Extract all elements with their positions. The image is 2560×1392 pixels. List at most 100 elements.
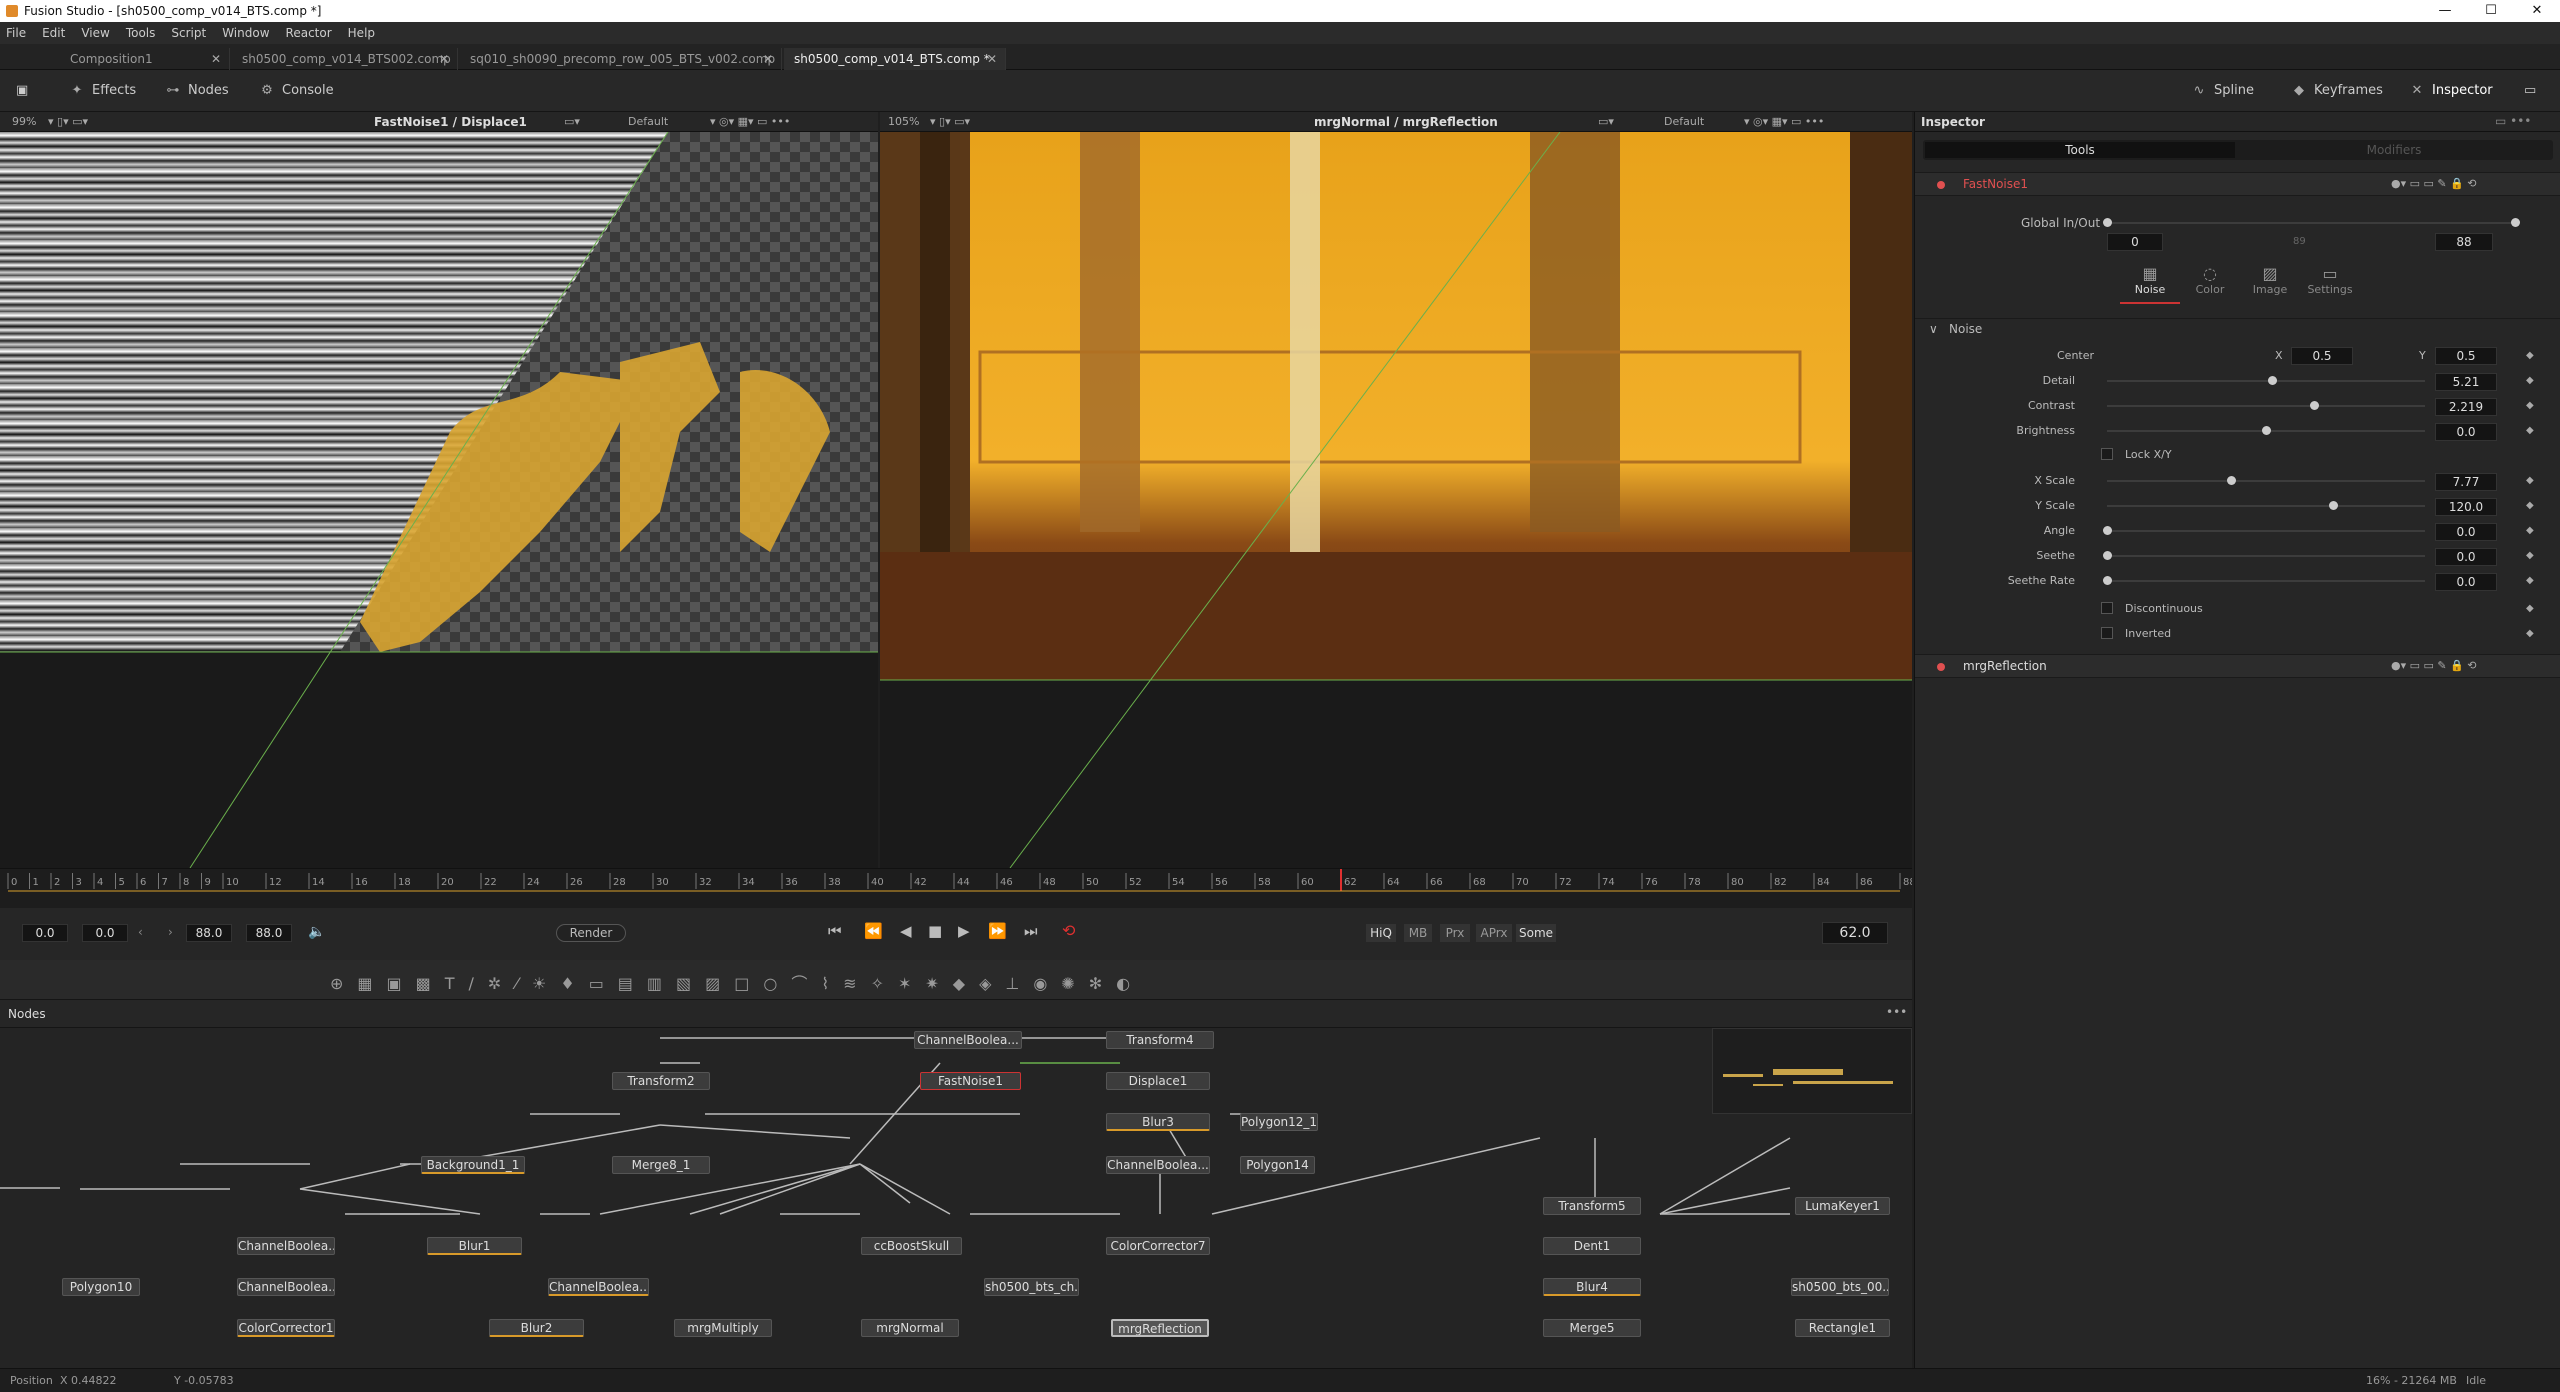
- keyframe-icon[interactable]: ◆: [2526, 425, 2534, 436]
- render-end-field[interactable]: 88.0: [186, 924, 232, 942]
- view-options-icon[interactable]: ▾ ▯▾ ▭▾: [930, 112, 970, 132]
- go-end-icon[interactable]: ⏭: [1024, 922, 1038, 940]
- doc-tab[interactable]: Composition1 ✕: [60, 48, 230, 70]
- node[interactable]: Merge5: [1543, 1319, 1641, 1337]
- tool-header-fastnoise[interactable]: FastNoise1 ●▾ ▭ ▭ ✎ 🔒 ⟲: [1915, 172, 2560, 196]
- menu-edit[interactable]: Edit: [42, 26, 65, 40]
- slider-knob-out[interactable]: [2511, 218, 2520, 227]
- node[interactable]: ColorCorrector1: [237, 1319, 335, 1337]
- node[interactable]: FastNoise1: [920, 1072, 1021, 1090]
- slider-knob[interactable]: [2103, 576, 2112, 585]
- zoom-dropdown[interactable]: 105%: [888, 112, 919, 132]
- node[interactable]: Transform5: [1543, 1197, 1641, 1215]
- keyframe-icon[interactable]: ◆: [2526, 400, 2534, 411]
- param-slider[interactable]: [2107, 501, 2425, 510]
- console-button[interactable]: ⚙ Console: [258, 80, 333, 102]
- node[interactable]: sh0500_bts_00...: [1791, 1278, 1889, 1296]
- slider-knob[interactable]: [2227, 476, 2237, 485]
- node[interactable]: Background1_1: [421, 1156, 525, 1174]
- close-button[interactable]: ✕: [2514, 0, 2560, 22]
- tool-enable-icon[interactable]: [1937, 663, 1945, 671]
- global-in-field[interactable]: 0: [2107, 233, 2163, 251]
- keyframe-icon[interactable]: ◆: [2526, 350, 2534, 361]
- menu-script[interactable]: Script: [171, 26, 206, 40]
- node[interactable]: Blur2: [489, 1319, 584, 1337]
- node[interactable]: ColorCorrector7: [1106, 1237, 1210, 1255]
- center-x-field[interactable]: 0.5: [2291, 347, 2353, 365]
- inspector-button[interactable]: ✕ Inspector: [2408, 80, 2493, 102]
- global-out-field[interactable]: 88: [2435, 233, 2493, 251]
- tool-header-mrgreflection[interactable]: mrgReflection ●▾ ▭ ▭ ✎ 🔒 ⟲: [1915, 654, 2560, 678]
- close-icon[interactable]: ✕: [763, 48, 773, 70]
- step-back-icon[interactable]: ‹: [138, 925, 143, 939]
- aprx-button[interactable]: APrx: [1476, 924, 1512, 942]
- current-frame-field[interactable]: 62.0: [1822, 922, 1888, 944]
- viewer-right[interactable]: [880, 131, 1912, 869]
- param-slider[interactable]: [2107, 476, 2425, 485]
- node[interactable]: Polygon10: [62, 1278, 140, 1296]
- menu-help[interactable]: Help: [348, 26, 375, 40]
- node[interactable]: mrgReflection: [1111, 1319, 1209, 1337]
- slider-knob[interactable]: [2103, 551, 2112, 560]
- node[interactable]: ChannelBoolea...: [237, 1237, 335, 1255]
- param-value-field[interactable]: 0.0: [2435, 423, 2497, 441]
- hiq-button[interactable]: HiQ: [1366, 924, 1396, 942]
- view-options-icon[interactable]: ▾ ▯▾ ▭▾: [48, 112, 88, 132]
- node[interactable]: mrgNormal: [861, 1319, 959, 1337]
- slider-knob[interactable]: [2328, 501, 2338, 510]
- minimize-button[interactable]: —: [2422, 0, 2468, 22]
- subtab-noise[interactable]: ▦ Noise: [2120, 264, 2180, 304]
- node[interactable]: Transform4: [1106, 1031, 1214, 1049]
- keyframes-button[interactable]: ◆ Keyframes: [2290, 80, 2383, 102]
- step-reverse-icon[interactable]: ◀: [900, 922, 912, 940]
- param-slider[interactable]: [2107, 401, 2425, 410]
- tab-modifiers[interactable]: Modifiers: [2239, 142, 2549, 158]
- tool-header-icons[interactable]: ●▾ ▭ ▭ ✎ 🔒 ⟲: [2391, 659, 2477, 672]
- some-button[interactable]: Some: [1516, 924, 1556, 942]
- play-reverse-icon[interactable]: ⏪: [864, 922, 883, 940]
- tool-enable-icon[interactable]: [1937, 181, 1945, 189]
- play-icon[interactable]: ▶: [958, 922, 970, 940]
- node[interactable]: Polygon12_1: [1240, 1113, 1318, 1131]
- display-icon[interactable]: ▭▾: [564, 112, 580, 132]
- render-button[interactable]: Render: [556, 924, 626, 942]
- inspector-options-icon[interactable]: ▭ •••: [2495, 114, 2531, 128]
- node[interactable]: Blur3: [1106, 1113, 1210, 1131]
- param-value-field[interactable]: 0.0: [2435, 523, 2497, 541]
- spline-button[interactable]: ∿ Spline: [2190, 80, 2254, 102]
- param-slider[interactable]: [2103, 526, 2425, 535]
- viewer-tools-icon[interactable]: ▾ ◎▾ ▦▾ ▭ •••: [710, 112, 790, 132]
- param-value-field[interactable]: 120.0: [2435, 498, 2497, 516]
- effects-button[interactable]: ✦ Effects: [68, 80, 137, 102]
- keyframe-icon[interactable]: ◆: [2526, 628, 2534, 639]
- node[interactable]: ChannelBoolea...: [548, 1278, 649, 1296]
- subtab-image[interactable]: ▨ Image: [2240, 264, 2300, 304]
- node[interactable]: Merge8_1: [612, 1156, 710, 1174]
- node[interactable]: ChannelBoolea...: [237, 1278, 335, 1296]
- close-icon[interactable]: ✕: [987, 48, 997, 70]
- play-forward-icon[interactable]: ⏩: [988, 922, 1007, 940]
- keyframe-icon[interactable]: ◆: [2526, 500, 2534, 511]
- node[interactable]: LumaKeyer1: [1795, 1197, 1890, 1215]
- menu-view[interactable]: View: [81, 26, 109, 40]
- node[interactable]: Blur4: [1543, 1278, 1641, 1296]
- keyframe-icon[interactable]: ◆: [2526, 475, 2534, 486]
- slider-knob-in[interactable]: [2103, 218, 2112, 227]
- nodes-more-button[interactable]: •••: [1886, 1005, 1907, 1019]
- keyframe-icon[interactable]: ◆: [2526, 550, 2534, 561]
- subtab-settings[interactable]: ▭ Settings: [2300, 264, 2360, 304]
- lut-dropdown[interactable]: Default: [628, 112, 668, 132]
- menu-reactor[interactable]: Reactor: [286, 26, 332, 40]
- toolbar-tool-icons[interactable]: ⊕▦▣▩T∕✲⁄☀♦▭▤▥▧▨□○⌒⌇≋✧✶✷◆◈⊥◉✺✻◐: [330, 970, 1144, 994]
- viewer-left[interactable]: [0, 131, 878, 869]
- node[interactable]: ChannelBoolea...: [914, 1031, 1022, 1049]
- slider-knob[interactable]: [2268, 376, 2278, 385]
- menu-file[interactable]: File: [6, 26, 26, 40]
- node[interactable]: mrgMultiply: [674, 1319, 772, 1337]
- slider-knob[interactable]: [2103, 526, 2112, 535]
- step-forward-icon[interactable]: ›: [168, 925, 173, 939]
- node[interactable]: sh0500_bts_ch...: [984, 1278, 1079, 1296]
- display-icon[interactable]: ▭▾: [1598, 112, 1614, 132]
- audio-icon[interactable]: 🔈: [308, 924, 325, 940]
- global-start-field[interactable]: 0.0: [22, 924, 68, 942]
